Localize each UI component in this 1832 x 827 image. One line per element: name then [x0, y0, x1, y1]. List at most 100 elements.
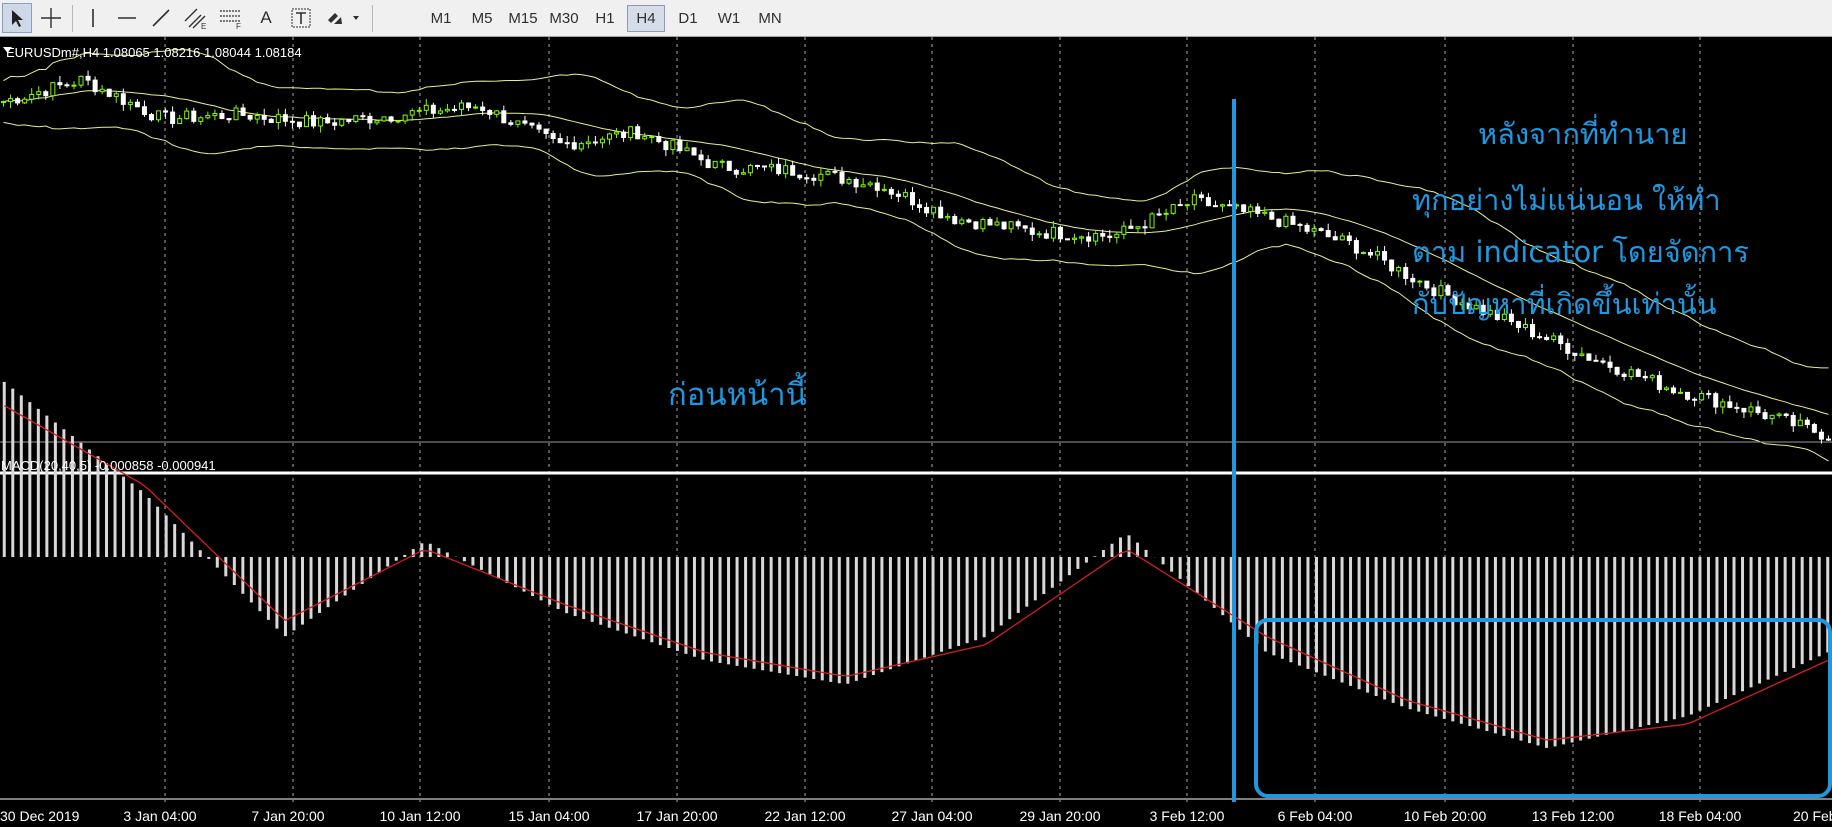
candle-body	[1304, 224, 1310, 232]
candle-body	[1163, 212, 1169, 215]
candle-body	[409, 110, 415, 116]
candle-body	[289, 120, 295, 123]
candle-body	[8, 98, 14, 103]
candle-body	[987, 219, 993, 226]
candle-body	[106, 88, 112, 97]
candle-body	[1001, 221, 1007, 230]
candle-body	[148, 114, 154, 121]
candle-body	[64, 84, 70, 87]
candle-body	[649, 136, 655, 139]
candle-body	[381, 116, 387, 122]
candle-body	[367, 115, 373, 124]
candle-body	[783, 165, 789, 175]
candle-body	[1191, 194, 1197, 206]
arrows-icon	[328, 13, 359, 24]
candle-body	[1586, 353, 1592, 361]
vertical-line-tool-button[interactable]	[78, 3, 108, 33]
candle-body	[1706, 392, 1712, 395]
candle-body	[564, 142, 570, 145]
candle-body	[1382, 251, 1388, 261]
candle-body	[1579, 353, 1585, 356]
candle-body	[1212, 205, 1218, 208]
candle-body	[811, 177, 817, 181]
timeframe-button-d1[interactable]: D1	[669, 5, 707, 32]
timeframe-button-m5[interactable]: M5	[463, 5, 501, 32]
candle-body	[945, 215, 951, 219]
candle-body	[1135, 226, 1141, 229]
candle-body	[769, 163, 775, 168]
candle-body	[1663, 387, 1669, 390]
candle-body	[881, 188, 887, 191]
chart-area[interactable]: EURUSDm#,H4 1.08065 1.08216 1.08044 1.08…	[0, 37, 1832, 827]
candle-body	[57, 82, 63, 86]
arrows-tool-button[interactable]	[324, 3, 364, 33]
crosshair-icon	[41, 8, 61, 28]
candle-body	[36, 91, 42, 96]
trendline-tool-button[interactable]	[146, 3, 176, 33]
equidistant-channel-tool-button[interactable]: E	[181, 3, 211, 33]
candle-body	[1339, 235, 1345, 241]
timeframe-button-w1[interactable]: W1	[710, 5, 748, 32]
candle-body	[966, 219, 972, 223]
candle-body	[233, 107, 239, 121]
timeframe-button-m30[interactable]: M30	[545, 5, 583, 32]
candle-body	[120, 93, 126, 105]
candle-body	[1050, 226, 1056, 239]
candle-body	[924, 206, 930, 214]
candle-body	[205, 115, 211, 119]
candle-body	[1790, 415, 1796, 427]
candle-body	[656, 136, 662, 143]
candle-body	[1057, 226, 1063, 240]
candle-body	[261, 115, 267, 120]
horizontal-line-icon	[118, 17, 136, 19]
candle-body	[536, 124, 542, 130]
dropdown-triangle-icon	[3, 47, 12, 53]
timeframe-button-m1[interactable]: M1	[422, 5, 460, 32]
candle-body	[50, 82, 56, 97]
candle-body	[1727, 401, 1733, 408]
candle-body	[938, 206, 944, 219]
candle-body	[1692, 398, 1698, 401]
text-label-tool-button[interactable]	[286, 3, 316, 33]
candle-body	[346, 118, 352, 122]
timeframe-button-h1[interactable]: H1	[586, 5, 624, 32]
candle-body	[917, 204, 923, 208]
time-axis-label: 30 Dec 2019	[0, 808, 80, 824]
candle-body	[550, 132, 556, 140]
candle-body	[762, 165, 768, 168]
candle-body	[170, 111, 176, 124]
candle-body	[1008, 221, 1014, 230]
time-axis-label: 13 Feb 12:00	[1531, 808, 1615, 824]
time-axis-label: 18 Feb 04:00	[1658, 808, 1742, 824]
timeframe-button-mn[interactable]: MN	[751, 5, 789, 32]
candle-body	[1276, 218, 1282, 227]
timeframe-button-h4[interactable]: H4	[627, 5, 665, 32]
candle-body	[1114, 233, 1120, 238]
candle-body	[416, 109, 422, 112]
candle-body	[1290, 215, 1296, 225]
cursor-tool-button[interactable]	[2, 3, 32, 33]
horizontal-line-tool-button[interactable]	[112, 3, 142, 33]
candle-body	[1318, 228, 1324, 231]
candle-body	[684, 147, 690, 152]
candle-body	[1360, 252, 1366, 255]
candle-body	[1818, 431, 1824, 440]
candle-body	[529, 122, 535, 126]
candle-body	[332, 122, 338, 126]
candle-body	[1776, 413, 1782, 416]
timeframe-button-m15[interactable]: M15	[504, 5, 542, 32]
crosshair-tool-button[interactable]	[36, 3, 66, 33]
candle-body	[296, 121, 302, 128]
candle-body	[29, 94, 35, 100]
text-tool-button[interactable]: A	[251, 3, 281, 33]
annotation-after-line3: กับปัญหาที่เกิดขึ้นเท่านั้น	[1412, 287, 1717, 321]
candle-body	[1353, 240, 1359, 254]
candle-body	[1593, 359, 1599, 362]
time-axis-label: 3 Feb 12:00	[1149, 808, 1225, 824]
candle-body	[825, 170, 831, 175]
candle-body	[360, 115, 366, 118]
candle-body	[790, 165, 796, 176]
time-axis-label: 10 Feb 20:00	[1403, 808, 1487, 824]
candle-body	[1283, 215, 1289, 227]
fibonacci-tool-button[interactable]: F	[216, 3, 246, 33]
